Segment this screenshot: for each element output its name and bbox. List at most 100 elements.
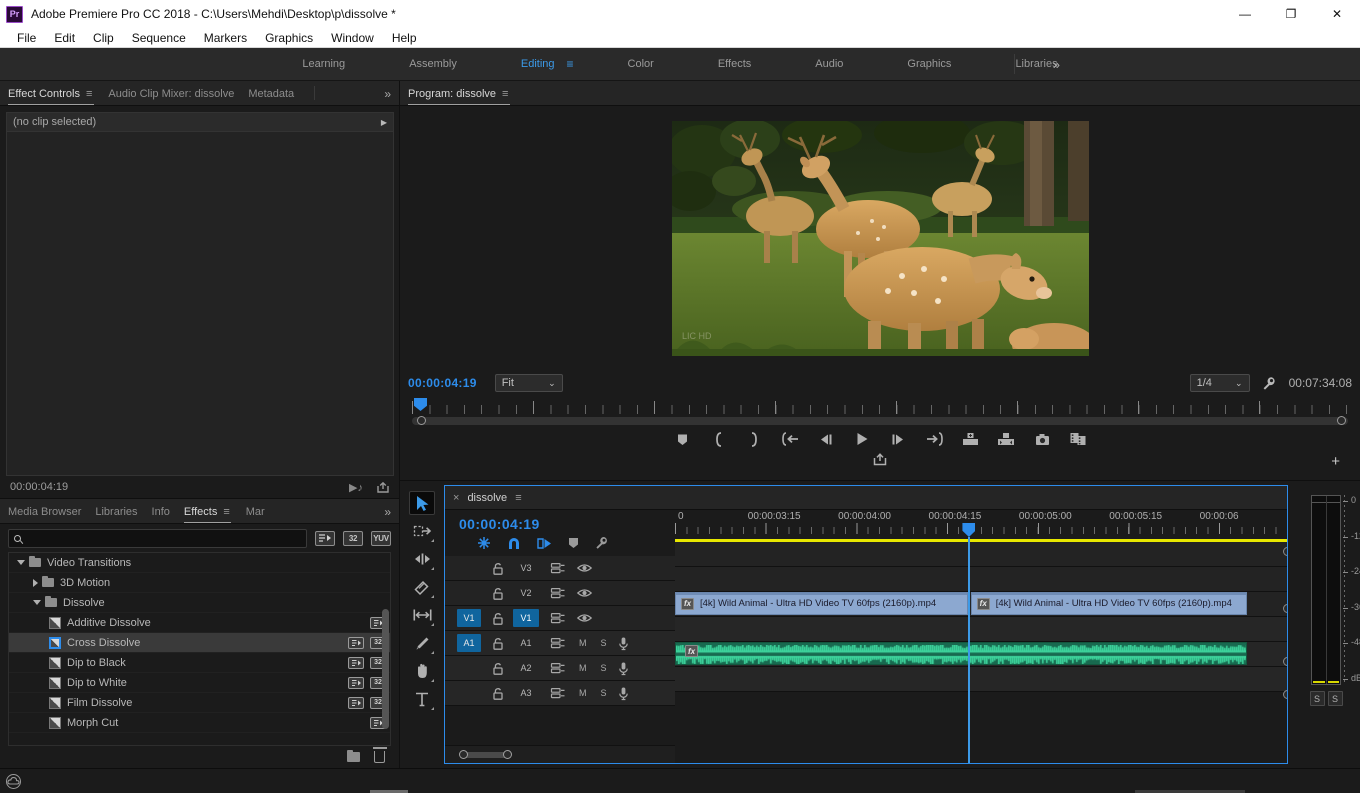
timeline-zoom-bar[interactable] [463, 752, 507, 758]
track-resize-handle[interactable] [1283, 604, 1287, 613]
sync-lock-icon[interactable] [550, 562, 565, 574]
menu-item-clip[interactable]: Clip [84, 28, 123, 48]
menu-item-markers[interactable]: Markers [195, 28, 256, 48]
mute-track-button-a3[interactable]: M [579, 688, 587, 698]
effects-folder-row[interactable]: Video Transitions [9, 553, 390, 573]
export-frame-icon[interactable] [377, 481, 389, 493]
pen-tool[interactable] [409, 631, 435, 655]
tab-mar[interactable]: Mar [246, 506, 279, 523]
step-back-button[interactable] [819, 432, 834, 447]
zoom-level-dropdown[interactable]: Fit ⌄ [494, 374, 563, 392]
mark-out-button[interactable] [747, 431, 762, 447]
lock-icon[interactable] [493, 562, 503, 575]
workspace-tab-assembly[interactable]: Assembly [377, 48, 489, 81]
track-target-toggle-v3[interactable] [457, 559, 481, 577]
track-a1[interactable] [675, 617, 1287, 642]
mic-icon[interactable] [618, 637, 628, 650]
tab-info[interactable]: Info [152, 506, 184, 523]
insert-overwrite-button[interactable] [477, 536, 491, 550]
trash-icon[interactable] [372, 747, 387, 763]
transition-effect-icon[interactable] [49, 636, 61, 649]
chevron-double-right-icon[interactable]: » [384, 505, 391, 519]
yuv-color-badge[interactable]: YUV [371, 530, 391, 546]
workspace-tab-color[interactable]: Color [596, 48, 686, 81]
lock-icon[interactable] [493, 637, 503, 650]
chevron-down-icon[interactable] [17, 560, 25, 565]
eye-icon[interactable] [576, 563, 593, 573]
hand-tool[interactable] [409, 659, 435, 683]
eye-icon[interactable] [576, 588, 593, 598]
meter-solo-right-button[interactable]: S [1327, 691, 1343, 706]
track-v1[interactable]: fx [4k] Wild Animal - Ultra HD Video TV 6… [675, 592, 1287, 617]
solo-track-button-a3[interactable]: S [601, 688, 607, 698]
solo-track-button-a1[interactable]: S [601, 638, 607, 648]
track-header-a1[interactable]: A1 A1 M S [445, 631, 675, 656]
go-to-in-button[interactable] [781, 432, 798, 447]
chevron-double-right-icon[interactable]: » [384, 87, 391, 101]
transition-effect-icon[interactable] [49, 716, 61, 729]
add-marker-button[interactable] [675, 432, 690, 447]
sync-lock-icon[interactable] [550, 612, 565, 624]
zoom-left-handle[interactable] [459, 750, 468, 759]
video-clip[interactable]: fx [4k] Wild Animal - Ultra HD Video TV 6… [675, 592, 969, 615]
panel-menu-icon[interactable]: ≡ [515, 492, 521, 504]
wrench-icon[interactable] [1262, 376, 1277, 391]
track-resize-handle[interactable] [1283, 547, 1287, 556]
program-monitor-video-area[interactable]: LIC HD [400, 106, 1360, 370]
effects-effect-row[interactable]: Cross Dissolve 32 [9, 633, 390, 653]
comparison-view-button[interactable] [1070, 432, 1086, 447]
tab-program-dissolve[interactable]: Program: dissolve [408, 88, 511, 105]
track-a3[interactable] [675, 667, 1287, 692]
export-frame-button[interactable] [1035, 432, 1050, 447]
effects-effect-row[interactable]: Morph Cut [9, 713, 390, 733]
tab-metadata[interactable]: Metadata [248, 88, 308, 105]
effect-controls-parameter-area[interactable] [6, 132, 394, 476]
minimize-button[interactable]: — [1222, 0, 1268, 28]
transition-effect-icon[interactable] [49, 676, 61, 689]
effects-effect-row[interactable]: Dip to Black 32 [9, 653, 390, 673]
timeline-track-area[interactable]: 0 00:00:03:15 00:00:04:00 00:00:04:15 00:00:… [675, 510, 1287, 763]
meter-solo-left-button[interactable]: S [1309, 691, 1325, 706]
track-target-toggle-v1[interactable]: V1 [457, 609, 481, 627]
step-forward-button[interactable] [891, 432, 906, 447]
menu-item-graphics[interactable]: Graphics [256, 28, 322, 48]
tab-effects[interactable]: Effects [183, 506, 232, 523]
lock-icon[interactable] [493, 662, 503, 675]
workspace-tab-graphics[interactable]: Graphics [875, 48, 983, 81]
workspace-tab-libraries[interactable]: Libraries [983, 48, 1089, 81]
close-button[interactable]: ✕ [1314, 0, 1360, 28]
timeline-zoom-row[interactable] [445, 745, 675, 763]
track-resize-handle[interactable] [1283, 657, 1287, 666]
ripple-edit-tool[interactable] [409, 547, 435, 571]
zoom-right-handle[interactable] [503, 750, 512, 759]
menu-item-edit[interactable]: Edit [45, 28, 84, 48]
transition-effect-icon[interactable] [49, 616, 61, 629]
program-playhead-timecode[interactable]: 00:00:04:19 [408, 376, 477, 390]
workspace-tab-learning[interactable]: Learning [270, 48, 377, 81]
linked-selection-button[interactable] [537, 536, 552, 550]
menu-item-sequence[interactable]: Sequence [123, 28, 195, 48]
track-v2[interactable] [675, 567, 1287, 592]
track-target-toggle-v2[interactable] [457, 584, 481, 602]
add-button[interactable]: + [1331, 453, 1340, 470]
audio-clip[interactable]: fx [675, 642, 1247, 665]
track-name-a1[interactable]: A1 [513, 638, 539, 648]
effects-effect-row[interactable]: Film Dissolve 32 [9, 693, 390, 713]
chevron-double-right-icon[interactable]: » [1053, 57, 1060, 72]
play-stop-button[interactable] [855, 432, 870, 447]
track-header-a2[interactable]: A2 M S [445, 656, 675, 681]
search-input[interactable] [26, 532, 301, 544]
mic-icon[interactable] [618, 687, 628, 700]
accelerated-effects-badge[interactable] [315, 530, 335, 546]
effects-folder-row[interactable]: Dissolve [9, 593, 390, 613]
snap-button[interactable] [507, 536, 521, 550]
slip-tool[interactable] [409, 603, 435, 627]
video-clip[interactable]: fx [4k] Wild Animal - Ultra HD Video TV 6… [970, 592, 1247, 615]
expand-arrow-icon[interactable]: ▶ [381, 118, 387, 127]
add-marker-button[interactable] [568, 536, 579, 550]
close-icon[interactable]: × [453, 492, 459, 504]
effects-effect-row[interactable]: Dip to White 32 [9, 673, 390, 693]
menu-item-file[interactable]: File [8, 28, 45, 48]
track-v3[interactable] [675, 542, 1287, 567]
menu-item-help[interactable]: Help [383, 28, 426, 48]
